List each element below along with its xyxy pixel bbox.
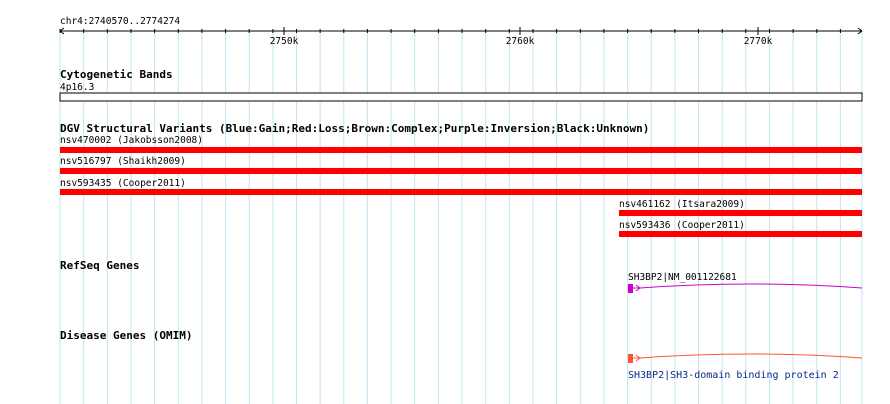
cytoband-track-title: Cytogenetic Bands bbox=[60, 68, 173, 81]
dgv-variant-label: nsv461162 (Itsara2009) bbox=[619, 199, 745, 210]
cytoband-track[interactable]: Cytogenetic Bands 4p16.3 bbox=[59, 68, 863, 102]
refseq-gene-label: SH3BP2|NM_001122681 bbox=[628, 272, 737, 283]
ruler-tick-label: 2750k bbox=[270, 36, 299, 47]
dgv-track[interactable]: DGV Structural Variants (Blue:Gain;Red:L… bbox=[60, 122, 862, 237]
omim-gene-label[interactable]: SH3BP2|SH3-domain binding protein 2 bbox=[628, 370, 839, 381]
omim-exon[interactable] bbox=[628, 354, 633, 363]
omim-track-title: Disease Genes (OMIM) bbox=[60, 329, 192, 342]
ruler-tick-label: 2770k bbox=[744, 36, 773, 47]
ruler-tick-label: 2760k bbox=[506, 36, 535, 47]
dgv-variant-label: nsv593436 (Cooper2011) bbox=[619, 220, 745, 231]
genome-browser-view[interactable]: chr4:2740570..2774274 2750k 2760k 2770k … bbox=[0, 0, 890, 404]
dgv-track-title: DGV Structural Variants (Blue:Gain;Red:L… bbox=[60, 122, 649, 135]
dgv-variant-bar[interactable] bbox=[60, 168, 862, 174]
refseq-intron-line bbox=[639, 283, 863, 289]
ruler[interactable]: chr4:2740570..2774274 2750k 2760k 2770k bbox=[59, 16, 863, 47]
cytoband-bar[interactable] bbox=[59, 92, 863, 102]
track-canvas: chr4:2740570..2774274 2750k 2760k 2770k … bbox=[59, 16, 863, 404]
dgv-variant-bar[interactable] bbox=[60, 189, 862, 195]
dgv-variant-bar[interactable] bbox=[619, 231, 862, 237]
dgv-variant-bar[interactable] bbox=[619, 210, 862, 216]
ruler-location: chr4:2740570..2774274 bbox=[60, 16, 180, 27]
omim-intron-line bbox=[639, 353, 863, 359]
refseq-gene-model[interactable] bbox=[628, 283, 863, 293]
refseq-exon[interactable] bbox=[628, 284, 633, 293]
dgv-variant-label: nsv516797 (Shaikh2009) bbox=[60, 156, 186, 167]
dgv-variant-label: nsv593435 (Cooper2011) bbox=[60, 178, 186, 189]
refseq-track-title: RefSeq Genes bbox=[60, 259, 139, 272]
omim-track[interactable]: Disease Genes (OMIM) SH3BP2|SH3-domain b… bbox=[60, 329, 863, 381]
refseq-track[interactable]: RefSeq Genes SH3BP2|NM_001122681 bbox=[60, 259, 863, 293]
grid-lines bbox=[59, 31, 863, 404]
cytoband-label: 4p16.3 bbox=[60, 82, 94, 93]
dgv-variant-label: nsv470002 (Jakobsson2008) bbox=[60, 135, 203, 146]
omim-gene-model[interactable] bbox=[628, 353, 863, 363]
dgv-variant-bar[interactable] bbox=[60, 147, 862, 153]
